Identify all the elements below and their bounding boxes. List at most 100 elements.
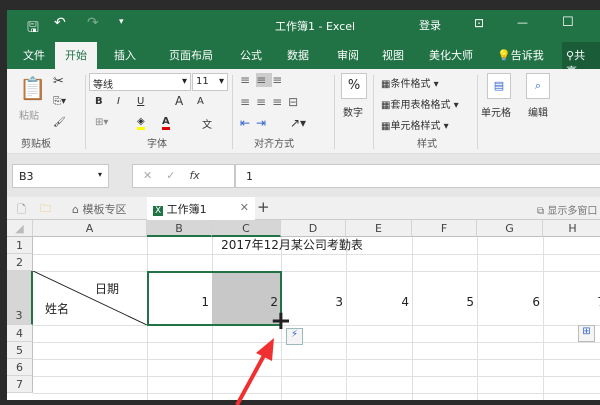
tab-data[interactable]: 数据 [287,47,309,63]
vertical-align-icons[interactable]: ≡≡≡ [240,73,288,87]
search-icon[interactable]: ⌕ [526,73,550,99]
chevron-down-icon: ▾ [218,76,224,87]
horizontal-align-icons[interactable]: ≡≡≡⊟ [240,95,304,109]
column-header-a[interactable]: A [33,220,147,237]
cancel-icon[interactable]: ✕ [143,169,152,182]
row-header-4[interactable]: 4 [7,325,33,342]
number-format-icon[interactable]: % [341,73,367,99]
lightbulb-icon: 💡 [497,49,511,62]
column-header-f[interactable]: F [412,220,477,237]
workbook-tabs: 🗋 🗀 ⌂ 模板专区 X 工作簿1 ✕ + ⧉ 显示多窗口 [7,197,600,220]
paste-icon[interactable]: 📋 [19,77,46,102]
font-name-select[interactable]: 等线 ▾ [89,73,191,91]
tab-file[interactable]: 文件 [23,47,45,63]
login-link[interactable]: 登录 [419,17,441,33]
column-header-g[interactable]: G [477,220,543,237]
share-button[interactable]: ⚲共享 [562,42,600,78]
spreadsheet-grid[interactable]: ◢ A B C D E F G H 1 2 3 4 5 6 7 2017年12月… [7,220,600,405]
font-size-select[interactable]: 11 ▾ [192,73,228,91]
redo-icon[interactable]: ↷ [87,15,99,31]
grow-font-button[interactable]: A [175,94,183,108]
italic-button[interactable]: I [117,96,120,107]
customize-icon[interactable]: ▾ [119,17,124,27]
new-tab-button[interactable]: + [257,198,270,216]
format-as-table-button[interactable]: ▦套用表格格式 ▾ [381,96,459,111]
indent-icons[interactable]: ⇤⇥ [240,116,272,130]
row-header-2[interactable]: 2 [7,254,33,271]
column-header-e[interactable]: E [346,220,412,237]
save-icon[interactable]: 🖫 [27,17,39,41]
multi-window-button[interactable]: ⧉ 显示多窗口 [537,202,597,217]
title-bar: 🖫 ↶ ↷ ▾ 工作簿1 - Excel 登录 ⊡ — ☐ [7,10,600,42]
cells-icon[interactable]: ▤ [487,73,511,99]
cut-icon[interactable]: ✂ [53,74,64,89]
underline-button[interactable]: U [137,96,144,107]
quick-analysis-icon[interactable]: ⚡ [286,328,303,345]
formula-input[interactable]: 1 [235,164,600,188]
tab-tell-me[interactable]: 💡告诉我 [497,47,544,63]
name-box[interactable]: B3 ▾ [12,164,109,188]
template-tab[interactable]: ⌂ 模板专区 [72,201,126,217]
row-header-6[interactable]: 6 [7,359,33,376]
close-tab-icon[interactable]: ✕ [240,201,249,214]
paste-button[interactable]: 粘贴 [19,107,39,122]
cell-styles-button[interactable]: ▦单元格样式 ▾ [381,117,449,132]
styles-group-label: 样式 [417,139,437,150]
fill-color-icon[interactable]: ◈ [137,116,145,130]
formula-buttons: ✕ ✓ fx [132,164,235,188]
enter-icon[interactable]: ✓ [166,169,175,182]
format-painter-icon[interactable]: 🖌 [53,117,66,128]
window-icon: ⧉ [537,206,545,217]
select-all-corner[interactable]: ◢ [7,220,33,237]
tab-insert[interactable]: 插入 [114,47,136,63]
maximize-icon[interactable]: ☐ [562,15,574,30]
tab-formulas[interactable]: 公式 [240,47,262,63]
workbook-tab[interactable]: X 工作簿1 ✕ [147,197,255,220]
tab-home[interactable]: 开始 [55,42,97,69]
new-file-icon[interactable]: 🗋 [17,201,26,220]
minimize-icon[interactable]: — [517,16,528,29]
row-header-3[interactable]: 3 [7,271,33,325]
alignment-group-label: 对齐方式 [254,139,294,150]
phonetic-button[interactable]: 文 [202,116,212,131]
shrink-font-button[interactable]: A [197,96,204,107]
cell-f3[interactable]: 5 [412,295,474,309]
row-header-7[interactable]: 7 [7,376,33,393]
cell-e3[interactable]: 4 [346,295,409,309]
column-header-b[interactable]: B [147,220,212,237]
cells-button[interactable]: 单元格 [481,104,511,119]
ribbon-display-icon[interactable]: ⊡ [474,16,484,30]
chevron-down-icon: ▾ [97,170,102,179]
column-header-c[interactable]: C [212,220,281,237]
undo-icon[interactable]: ↶ [54,15,66,31]
insert-function-icon[interactable]: fx [189,169,199,182]
conditional-format-button[interactable]: ▦条件格式 ▾ [381,75,439,90]
borders-icon[interactable]: ⊞▾ [95,117,108,128]
tab-beautify[interactable]: 美化大师 [429,47,473,63]
orientation-icon[interactable]: ↗▾ [290,116,306,130]
font-color-button[interactable]: A [162,116,170,130]
row-header-1[interactable]: 1 [7,237,33,254]
font-group-label: 字体 [147,139,167,150]
auto-fill-options-icon[interactable]: ⊞ [578,325,595,342]
clipboard-group-label: 剪贴板 [21,139,51,150]
tab-view[interactable]: 视图 [382,47,404,63]
row-header-5[interactable]: 5 [7,342,33,359]
cell-g3[interactable]: 6 [477,295,540,309]
diagonal-header-date: 日期 [95,282,120,296]
editing-button[interactable]: 编辑 [528,104,548,119]
sheet-title-cell[interactable]: 2017年12月某公司考勤表 [207,237,377,254]
excel-icon: X [153,206,164,216]
bold-button[interactable]: B [95,96,103,107]
folder-icon[interactable]: 🗀 [40,200,51,219]
chevron-down-icon: ▾ [181,76,187,87]
cell-b3[interactable]: 1 [147,295,209,309]
cell-h3[interactable]: 7 [543,295,600,309]
column-header-d[interactable]: D [281,220,346,237]
copy-icon[interactable]: ⎘▾ [53,96,66,107]
tab-review[interactable]: 审阅 [337,47,359,63]
number-button[interactable]: 数字 [343,104,363,119]
column-header-h[interactable]: H [543,220,600,237]
tab-page-layout[interactable]: 页面布局 [169,47,213,63]
cell-c3[interactable]: 2 [212,295,278,309]
